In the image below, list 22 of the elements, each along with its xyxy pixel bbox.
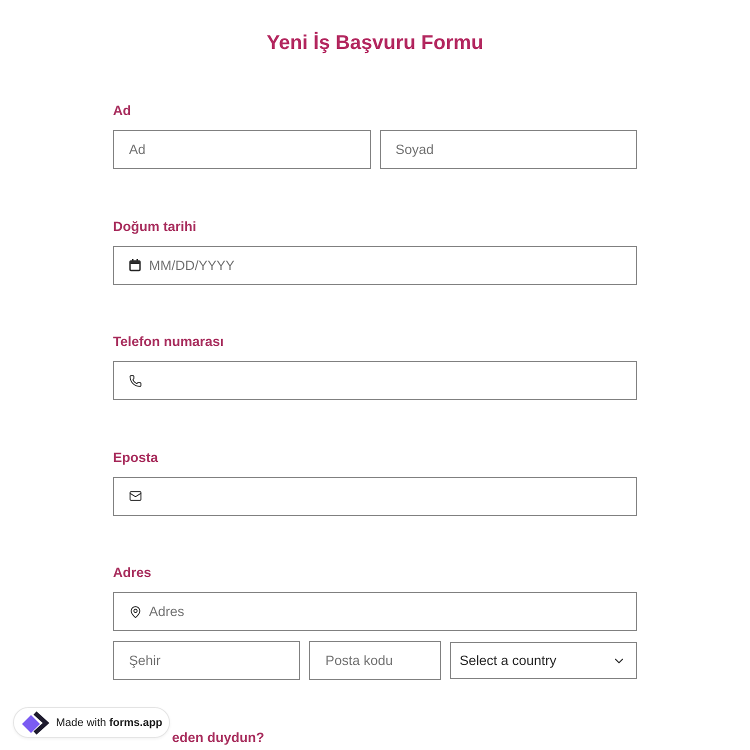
date-field[interactable]: MM/DD/YYYY (113, 246, 637, 284)
field-label: Doğum tarihi (113, 218, 196, 236)
field-label: Adres (113, 564, 152, 582)
field-label: Telefon numarası (113, 333, 224, 351)
phone-icon (129, 374, 142, 387)
input-field[interactable]: Posta kodu (309, 641, 441, 680)
email-field[interactable] (113, 476, 637, 516)
map-pin-icon (129, 605, 142, 618)
logo-icon (21, 710, 51, 734)
input-field[interactable]: Soyad (380, 130, 637, 169)
field-label: Eposta (113, 448, 158, 466)
address-field[interactable]: Adres (113, 592, 637, 631)
calendar-icon (129, 258, 141, 272)
field-label: Ad (113, 102, 131, 120)
input-field[interactable]: Şehir (113, 641, 300, 680)
field-label: eden duydun? (172, 728, 264, 746)
phone-field[interactable] (113, 361, 637, 400)
mail-icon (129, 490, 142, 502)
country-select[interactable]: Select a country (450, 642, 637, 679)
made-with-badge[interactable]: Made with forms.app (13, 707, 170, 738)
form-title: Yeni İş Başvuru Formu (266, 31, 484, 55)
input-field[interactable]: Ad (113, 130, 370, 169)
